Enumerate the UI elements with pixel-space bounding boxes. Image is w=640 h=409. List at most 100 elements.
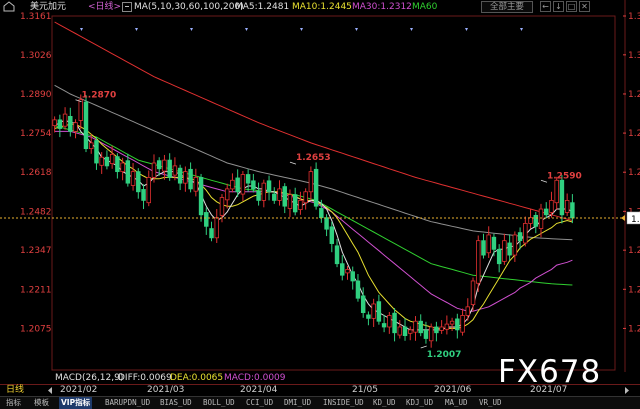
tab-kdj[interactable]: KDJ_UD [404, 397, 435, 409]
candle-body [554, 179, 559, 204]
candle-body [533, 214, 539, 227]
tab-templates[interactable]: 模板 [32, 397, 51, 409]
candle-body [329, 226, 335, 244]
candle-body [544, 208, 549, 216]
tab-bias[interactable]: BIAS_UD [158, 397, 194, 409]
tab-vip-indicators[interactable]: VIP指标 [59, 397, 93, 409]
tab-cci[interactable]: CCI_UD [244, 397, 275, 409]
price-chart[interactable]: 1.3161 1.3026 1.3026 1.2890 1.2890 1.2754 1.27… [0, 0, 640, 372]
candle-body [120, 162, 125, 173]
candle-body [68, 116, 73, 132]
candle-body [292, 194, 298, 213]
candle-body [549, 200, 554, 213]
candle-body [507, 242, 512, 256]
y-tick-left: 1.2890 [20, 90, 52, 100]
y-tick-right: 1.3026 [628, 51, 640, 61]
candle-body [162, 159, 167, 172]
candle-body [313, 168, 319, 207]
candle-body [188, 168, 193, 190]
candle-body [319, 208, 324, 219]
tab-boll[interactable]: BOLL_UD [201, 397, 237, 409]
candle-body [115, 156, 120, 173]
candle-body [219, 197, 225, 216]
candle-body [245, 174, 251, 184]
candle-body [94, 140, 99, 164]
current-price-marker [621, 214, 625, 221]
candle-body [528, 217, 533, 224]
fx678-watermark: FX678 [498, 354, 602, 390]
candle-body [136, 171, 141, 193]
y-tick-left: 1.2618 [20, 168, 52, 178]
candle-body [308, 171, 314, 193]
candle-body [402, 326, 408, 337]
tab-inside[interactable]: INSIDE_UD [321, 397, 366, 409]
candle-body [287, 194, 293, 209]
tab-barupdn[interactable]: BARUPDN_UD [103, 397, 152, 409]
tab-kd[interactable]: KD_UD [371, 397, 398, 409]
event-marker [135, 28, 138, 31]
candle-body [198, 176, 204, 216]
candle-body [476, 240, 481, 284]
candle-body [183, 171, 188, 184]
event-marker [300, 28, 303, 31]
date-label-apr: 2021/04 [240, 385, 278, 395]
y-tick-left: 1.3026 [20, 51, 52, 61]
candle-body [156, 160, 162, 170]
macd-dea: DEA:0.0065 [170, 373, 224, 383]
price-annotation: 1.2653 [296, 153, 331, 163]
scroll-left-icon[interactable] [46, 386, 54, 395]
candle-body [564, 200, 570, 213]
candle-body [62, 113, 68, 127]
scroll-right-icon[interactable] [623, 386, 631, 395]
event-marker [410, 28, 413, 31]
candle-body [303, 191, 308, 204]
candle-body [151, 162, 157, 178]
candle-body [146, 176, 151, 204]
date-label-may: 21/05 [352, 385, 378, 395]
period-tag[interactable]: 日线 [6, 385, 24, 396]
candle-body [104, 156, 110, 167]
candle-body [502, 240, 507, 262]
indicator-tab-bar: 指标 模板 VIP指标 BARUPDN_UD BIAS_UD BOLL_UD C… [0, 396, 640, 409]
candle-body [350, 271, 355, 282]
tab-ma[interactable]: MA_UD [443, 397, 470, 409]
y-tick-right: 1.2618 [628, 168, 640, 178]
candle-body [470, 280, 476, 305]
candle-body [486, 234, 491, 254]
event-marker [520, 28, 523, 31]
candle-body [570, 202, 575, 219]
y-tick-left: 1.2347 [20, 246, 52, 256]
candle-body [408, 329, 413, 334]
annotation-leader [420, 345, 427, 349]
candle-body [78, 99, 83, 121]
candle-body [298, 200, 303, 211]
candle-body [172, 165, 178, 176]
candle-body [423, 330, 429, 339]
candle-body [109, 153, 115, 164]
tab-dmi[interactable]: DMI_UD [282, 397, 313, 409]
macd-name: MACD(26,12,9) [55, 373, 124, 383]
event-marker [245, 28, 248, 31]
candle-body [455, 318, 460, 331]
tab-indicators[interactable]: 指标 [4, 397, 23, 409]
chart-frame [51, 15, 616, 371]
candle-body [282, 186, 287, 207]
macd-diff: DIFF:0.0069 [118, 373, 172, 383]
candle-body [240, 174, 246, 195]
candle-body [209, 228, 214, 239]
event-marker [465, 28, 468, 31]
candle-body [413, 320, 418, 333]
price-annotation: 1.2870 [82, 91, 117, 101]
candle-body [256, 190, 261, 201]
y-tick-left: 1.2075 [20, 324, 52, 334]
y-tick-left: 1.2482 [20, 207, 52, 217]
candle-body [491, 236, 497, 250]
candle-body [57, 119, 63, 129]
candle-body [512, 234, 518, 256]
candle-body [387, 315, 392, 328]
price-annotation: 1.2590 [547, 171, 582, 181]
candle-body [538, 208, 544, 229]
tab-vr[interactable]: VR_UD [477, 397, 504, 409]
candle-body [204, 212, 209, 227]
candle-body [559, 179, 565, 216]
